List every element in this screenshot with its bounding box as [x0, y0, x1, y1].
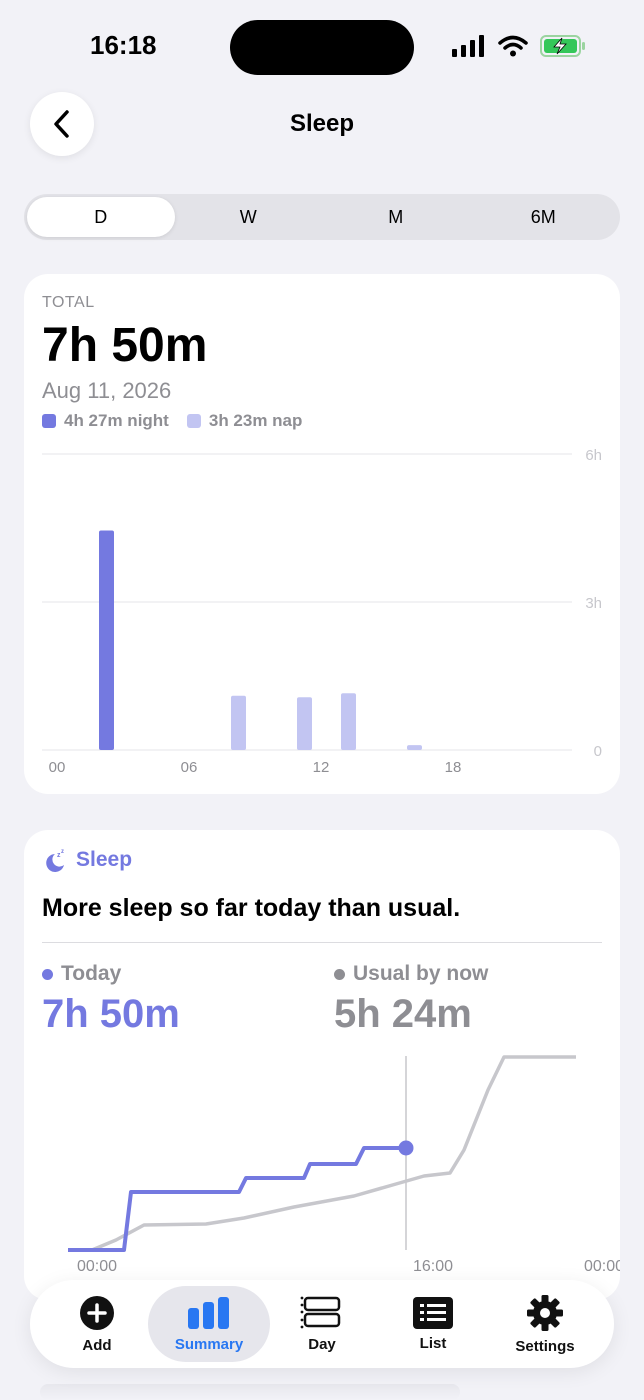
- usual-line: [68, 1055, 576, 1252]
- y-tick-label: 0: [594, 743, 602, 760]
- tab-summary[interactable]: Summary: [148, 1286, 270, 1362]
- today-line: [68, 1146, 406, 1252]
- chart-legend: 4h 27m night 3h 23m nap: [42, 411, 302, 431]
- divider: [42, 942, 602, 943]
- dynamic-island: [230, 20, 414, 75]
- wifi-icon: [498, 35, 528, 57]
- tab-add-label: Add: [82, 1336, 112, 1354]
- total-value: 7h 50m: [42, 319, 208, 372]
- daily-total-card: TOTAL 7h 50m Aug 11, 2026 4h 27m night 3…: [24, 274, 620, 794]
- insight-title: More sleep so far today than usual.: [42, 894, 461, 922]
- tab-settings-label: Settings: [515, 1337, 575, 1355]
- y-tick-label: 3h: [585, 595, 602, 612]
- next-card-peek: [40, 1384, 460, 1400]
- list-icon: [413, 1296, 453, 1329]
- today-current-point: [398, 1140, 414, 1156]
- legend-label-nap: 3h 23m nap: [208, 411, 303, 430]
- add-icon: [80, 1295, 114, 1330]
- legend-swatch-nap: [186, 414, 201, 428]
- usual-label-text: Usual by now: [353, 962, 489, 985]
- tab-list[interactable]: List: [378, 1286, 488, 1362]
- x-tick-end: 00:00: [584, 1258, 620, 1275]
- legend-item-night: 4h 27m night: [42, 411, 169, 431]
- usual-dot: [334, 968, 345, 980]
- legend-swatch-night: [42, 414, 56, 428]
- y-tick-label: 6h: [585, 447, 602, 464]
- x-tick-label: 00: [49, 759, 66, 776]
- bar-nap: [407, 745, 422, 750]
- today-label: Today: [42, 962, 180, 986]
- usual-label: Usual by now: [334, 962, 488, 986]
- today-dot: [42, 968, 53, 980]
- settings-icon: [527, 1294, 563, 1331]
- x-tick-label: 06: [181, 759, 198, 776]
- bar-night: [99, 530, 114, 750]
- tab-settings[interactable]: Settings: [490, 1286, 600, 1362]
- x-tick-label: 12: [313, 759, 330, 776]
- tab-day[interactable]: Day: [267, 1286, 377, 1362]
- moon-zzz-icon: z z: [46, 849, 64, 872]
- period-segmented-control: D W M 6M: [24, 194, 620, 240]
- tab-list-label: List: [419, 1334, 447, 1352]
- tab-bar: Add Summary Day List Settings: [30, 1280, 614, 1368]
- day-icon: [300, 1296, 341, 1328]
- status-time: 16:18: [90, 30, 157, 60]
- sleep-insight-card[interactable]: z z Sleep More sleep so far today than u…: [24, 830, 620, 1300]
- status-bar: 16:18: [0, 0, 644, 92]
- date-label: Aug 11, 2026: [42, 378, 172, 403]
- sleep-bar-chart: 6h3h000 06 12 18: [42, 447, 602, 776]
- bar-nap: [297, 697, 312, 750]
- tab-summary-label: Summary: [174, 1335, 244, 1353]
- bar-nap: [231, 695, 246, 750]
- page-title: Sleep: [289, 110, 355, 137]
- x-tick-label: 18: [445, 759, 462, 776]
- today-stat: Today 7h 50m: [42, 962, 180, 1037]
- total-label: TOTAL: [42, 294, 95, 311]
- tab-day-label: Day: [308, 1335, 336, 1353]
- legend-item-nap: 3h 23m nap: [186, 411, 303, 431]
- summary-icon: [188, 1296, 229, 1329]
- tab-add[interactable]: Add: [42, 1286, 152, 1362]
- today-value: 7h 50m: [42, 992, 180, 1036]
- bar-nap: [341, 693, 356, 750]
- status-icons: [452, 35, 586, 57]
- segment-6-months[interactable]: 6M: [470, 197, 618, 237]
- x-tick-now: 16:00: [413, 1258, 453, 1275]
- insight-header: z z Sleep: [42, 848, 132, 872]
- cellular-signal-icon: [452, 35, 484, 57]
- segment-day[interactable]: D: [27, 197, 175, 237]
- usual-stat: Usual by now 5h 24m: [334, 962, 488, 1037]
- segment-week[interactable]: W: [175, 197, 323, 237]
- cumulative-sleep-chart: 00:00 16:00 00:00: [68, 1055, 620, 1275]
- insight-header-label: Sleep: [76, 848, 133, 871]
- x-tick-start: 00:00: [77, 1258, 117, 1275]
- legend-label-night: 4h 27m night: [64, 411, 169, 430]
- usual-value: 5h 24m: [334, 992, 472, 1036]
- svg-text:z: z: [61, 849, 64, 855]
- battery-charging-icon: [540, 35, 585, 57]
- today-label-text: Today: [61, 962, 122, 985]
- segment-month[interactable]: M: [322, 197, 470, 237]
